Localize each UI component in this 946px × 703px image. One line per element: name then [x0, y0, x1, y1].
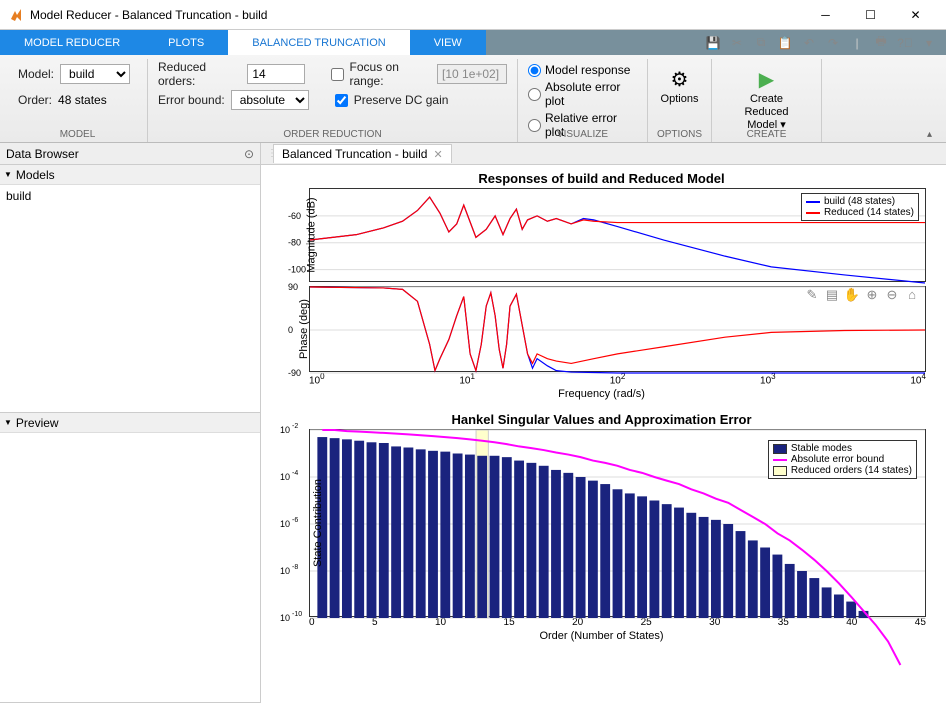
titlebar: Model Reducer - Balanced Truncation - bu…	[0, 0, 946, 30]
svg-text:-2: -2	[292, 423, 298, 430]
response-legend: build (48 states) Reduced (14 states)	[801, 193, 919, 221]
quick-access-toolbar: 💾 ✂ ⧉ 📋 ↶ ↷ | 🖶 ?⃝ ▾	[696, 30, 946, 55]
close-tab-icon[interactable]: ✕	[433, 148, 442, 161]
content-area: Data Browser ⊙ Models build Preview ⋮ Ba…	[0, 143, 946, 703]
matlab-logo-icon	[8, 7, 24, 23]
svg-text:90: 90	[288, 282, 298, 292]
preserve-dc-checkbox[interactable]	[335, 94, 348, 107]
minimize-button[interactable]: ─	[803, 0, 848, 30]
preview-area	[0, 433, 260, 703]
model-label: Model:	[18, 67, 54, 81]
magnitude-plot[interactable]: Magnitude (dB) -60-80-100 build (48 stat…	[309, 188, 926, 282]
group-create-label: CREATE	[712, 129, 821, 140]
svg-text:-80: -80	[288, 238, 301, 248]
svg-text:-6: -6	[292, 517, 298, 524]
close-button[interactable]: ✕	[893, 0, 938, 30]
preview-section-header[interactable]: Preview	[0, 413, 260, 433]
print-icon[interactable]: 🖶	[872, 32, 890, 53]
window-title: Model Reducer - Balanced Truncation - bu…	[30, 8, 803, 22]
focus-range-label: Focus on range:	[350, 60, 431, 88]
collapse-icon[interactable]: ⊙	[244, 147, 254, 161]
response-plot-title: Responses of build and Reduced Model	[269, 171, 934, 186]
document-tab[interactable]: Balanced Truncation - build ✕	[273, 144, 452, 163]
hankel-plot[interactable]: State Contribution 10-210-410-610-810-10…	[309, 429, 926, 617]
paste-icon[interactable]: 📋	[776, 36, 794, 50]
dropdown-icon[interactable]: ▾	[920, 36, 938, 50]
ribbon: Model: build Order: 48 states MODEL Redu…	[0, 55, 946, 143]
cut-icon[interactable]: ✂	[728, 36, 746, 50]
models-list[interactable]: build	[0, 185, 260, 413]
group-visualize-label: VISUALIZE	[518, 129, 647, 140]
hankel-legend: Stable modes Absolute error bound Reduce…	[768, 440, 917, 479]
svg-text:10: 10	[280, 566, 290, 576]
order-label: Order:	[18, 93, 52, 107]
svg-text:10: 10	[280, 472, 290, 482]
redo-icon[interactable]: ↷	[824, 36, 842, 50]
maximize-button[interactable]: ☐	[848, 0, 893, 30]
focus-range-input	[437, 64, 507, 84]
document-area: ⋮ Balanced Truncation - build ✕ Response…	[261, 143, 946, 703]
models-section-header[interactable]: Models	[0, 165, 260, 185]
create-reduced-model-button[interactable]: ▶ Create Reduced Model ▾	[722, 61, 811, 137]
radio-absolute-error[interactable]: Absolute error plot	[528, 80, 637, 108]
frequency-xlabel: Frequency (rad/s)	[269, 388, 934, 400]
group-options-label: OPTIONS	[648, 129, 711, 140]
ribbon-minimize-icon[interactable]: ▴	[927, 129, 932, 140]
svg-text:10: 10	[280, 519, 290, 529]
svg-text:-8: -8	[292, 564, 298, 571]
svg-text:10: 10	[280, 425, 290, 435]
copy-icon[interactable]: ⧉	[752, 35, 770, 50]
error-bound-label: Error bound:	[158, 93, 225, 107]
hankel-plot-title: Hankel Singular Values and Approximation…	[269, 412, 934, 427]
undo-icon[interactable]: ↶	[800, 36, 818, 50]
play-icon: ▶	[759, 65, 774, 93]
svg-text:0: 0	[288, 325, 293, 335]
svg-text:-100: -100	[288, 265, 306, 275]
options-button[interactable]: ⚙ Options	[651, 61, 709, 109]
svg-text:-90: -90	[288, 368, 301, 378]
list-item[interactable]: build	[6, 189, 254, 203]
data-browser-title: Data Browser	[6, 147, 79, 161]
error-bound-select[interactable]: absolute	[231, 90, 309, 110]
group-reduction-label: ORDER REDUCTION	[148, 129, 517, 140]
svg-text:-10: -10	[292, 611, 302, 618]
ribbon-tabstrip: MODEL REDUCER PLOTS BALANCED TRUNCATION …	[0, 30, 946, 55]
radio-model-response[interactable]: Model response	[528, 63, 637, 77]
tab-balanced-truncation[interactable]: BALANCED TRUNCATION	[228, 30, 409, 55]
tab-plots[interactable]: PLOTS	[144, 30, 228, 55]
tab-model-reducer[interactable]: MODEL REDUCER	[0, 30, 144, 55]
phase-plot[interactable]: Phase (deg) -90090	[309, 286, 926, 372]
reduced-orders-input[interactable]	[247, 64, 305, 84]
focus-range-checkbox[interactable]	[331, 68, 344, 81]
preserve-dc-label: Preserve DC gain	[354, 93, 449, 107]
help-icon[interactable]: ?⃝	[896, 36, 914, 50]
gear-icon: ⚙	[671, 65, 689, 93]
svg-text:-60: -60	[288, 211, 301, 221]
order-value: 48 states	[58, 93, 107, 107]
order-xlabel: Order (Number of States)	[269, 630, 934, 642]
reduced-orders-label: Reduced orders:	[158, 60, 241, 88]
save-icon[interactable]: 💾	[704, 36, 722, 50]
svg-text:10: 10	[280, 613, 290, 623]
svg-text:-4: -4	[292, 470, 298, 477]
model-select[interactable]: build	[60, 64, 130, 84]
tab-view[interactable]: VIEW	[410, 30, 486, 55]
data-browser-panel: Data Browser ⊙ Models build Preview	[0, 143, 261, 703]
group-model-label: MODEL	[8, 129, 147, 140]
